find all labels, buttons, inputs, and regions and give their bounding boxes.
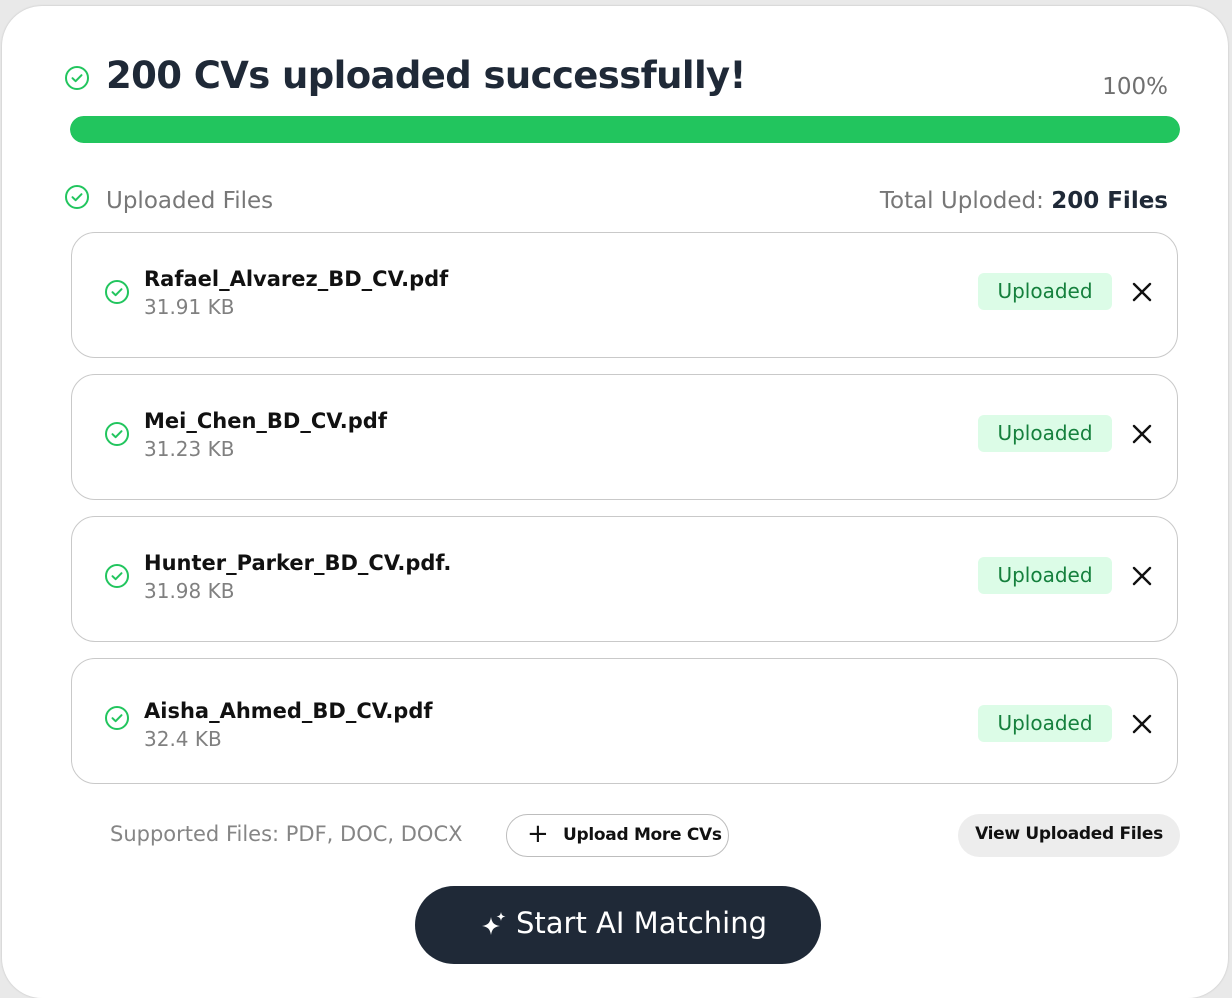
file-size: 31.91 KB	[144, 295, 235, 319]
status-badge: Uploaded	[978, 415, 1112, 452]
file-size: 32.4 KB	[144, 727, 222, 751]
status-badge: Uploaded	[978, 273, 1112, 310]
progress-bar	[70, 116, 1180, 143]
total-value: 200 Files	[1051, 188, 1168, 214]
view-uploaded-files-label: View Uploaded Files	[975, 824, 1163, 844]
status-badge: Uploaded	[978, 557, 1112, 594]
file-name: Aisha_Ahmed_BD_CV.pdf	[144, 699, 433, 723]
close-icon[interactable]	[1130, 422, 1154, 446]
supported-files-text: Supported Files: PDF, DOC, DOCX	[110, 822, 463, 846]
total-uploaded: Total Uploded: 200 Files	[762, 188, 1168, 214]
plus-icon: +	[527, 819, 549, 849]
view-uploaded-files-button[interactable]: View Uploaded Files	[958, 814, 1180, 857]
close-icon[interactable]	[1130, 564, 1154, 588]
start-ai-matching-button[interactable]: Start AI Matching	[415, 886, 821, 964]
check-circle-icon	[105, 706, 129, 730]
file-row: Mei_Chen_BD_CV.pdf 31.23 KB Uploaded	[71, 374, 1178, 500]
progress-percent: 100%	[1102, 74, 1168, 100]
page-title: 200 CVs uploaded successfully!	[106, 54, 746, 97]
file-name: Mei_Chen_BD_CV.pdf	[144, 409, 387, 433]
file-row: Hunter_Parker_BD_CV.pdf. 31.98 KB Upload…	[71, 516, 1178, 642]
progress-fill	[70, 116, 1180, 143]
sparkle-icon	[482, 912, 506, 935]
total-prefix: Total Uploded:	[879, 188, 1044, 214]
upload-more-label: Upload More CVs	[563, 825, 722, 845]
start-ai-matching-label: Start AI Matching	[516, 906, 768, 940]
upload-more-button[interactable]: + Upload More CVs	[506, 814, 729, 857]
check-circle-icon	[105, 564, 129, 588]
check-circle-icon	[105, 422, 129, 446]
close-icon[interactable]	[1130, 712, 1154, 736]
upload-card: 200 CVs uploaded successfully! 100% Uplo…	[2, 6, 1228, 998]
check-circle-icon	[65, 66, 89, 90]
check-circle-icon	[65, 185, 89, 209]
file-size: 31.23 KB	[144, 437, 235, 461]
close-icon[interactable]	[1130, 280, 1154, 304]
file-name: Rafael_Alvarez_BD_CV.pdf	[144, 267, 449, 291]
check-circle-icon	[105, 280, 129, 304]
file-row: Aisha_Ahmed_BD_CV.pdf 32.4 KB Uploaded	[71, 658, 1178, 784]
file-size: 31.98 KB	[144, 579, 235, 603]
status-badge: Uploaded	[978, 705, 1112, 742]
file-name: Hunter_Parker_BD_CV.pdf.	[144, 551, 452, 575]
section-label: Uploaded Files	[106, 188, 274, 214]
file-row: Rafael_Alvarez_BD_CV.pdf 31.91 KB Upload…	[71, 232, 1178, 358]
